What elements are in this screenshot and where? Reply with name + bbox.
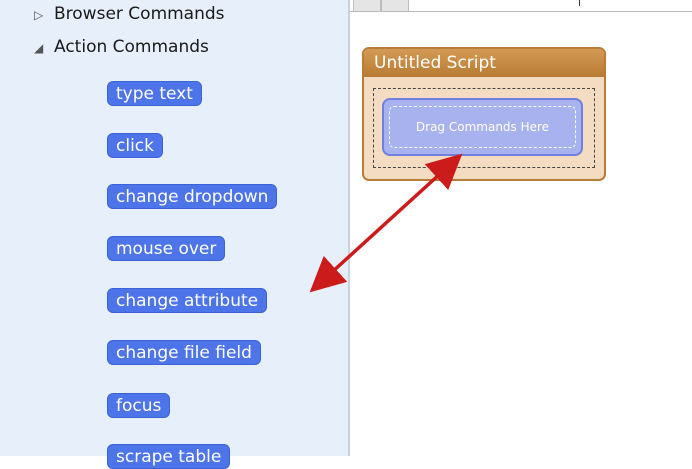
double-arrow-icon [309,153,463,293]
